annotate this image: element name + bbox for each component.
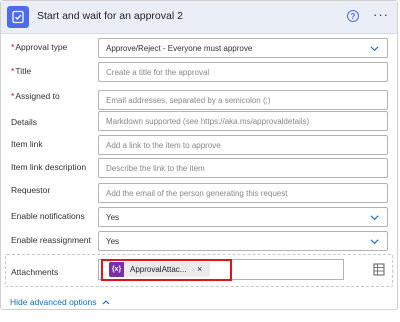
field-row-enable-reassignment: Enable reassignment Yes — [1, 231, 397, 253]
field-label: Enable reassignment — [11, 235, 91, 245]
attachments-label: Attachments — [11, 267, 59, 277]
field-label: Item link description — [11, 162, 87, 172]
field-row-item-link-description: Item link description Describe the link … — [1, 158, 397, 180]
field-value: Yes — [106, 212, 120, 222]
title-input[interactable]: Create a title for the approval — [98, 62, 388, 82]
action-header[interactable]: Start and wait for an approval 2 ? ··· — [1, 1, 397, 34]
approval-type-dropdown[interactable]: Approve/Reject - Everyone must approve — [98, 38, 388, 58]
field-label: *Approval type — [11, 42, 68, 52]
field-value: Yes — [106, 236, 120, 246]
required-marker: * — [11, 91, 15, 101]
requestor-input[interactable]: Add the email of the person generating t… — [98, 183, 388, 203]
required-marker: * — [11, 42, 15, 52]
field-label: Enable notifications — [11, 211, 85, 221]
field-row-item-link: Item link Add a link to the item to appr… — [1, 135, 397, 157]
enable-notifications-dropdown[interactable]: Yes — [98, 207, 388, 227]
field-label: Item link — [11, 139, 43, 149]
field-row-enable-notifications: Enable notifications Yes — [1, 207, 397, 229]
field-label: *Assigned to — [11, 91, 60, 101]
hide-advanced-options-link[interactable]: Hide advanced options — [10, 297, 110, 307]
help-icon[interactable]: ? — [347, 10, 359, 22]
chevron-down-icon — [370, 215, 379, 221]
action-title: Start and wait for an approval 2 — [37, 10, 183, 22]
field-label: Requestor — [11, 185, 51, 195]
field-label: *Title — [11, 66, 32, 76]
highlight-box — [101, 259, 232, 281]
field-row-approval-type: *Approval type Approve/Reject - Everyone… — [1, 38, 397, 60]
field-row-title: *Title Create a title for the approval — [1, 62, 397, 84]
item-link-input[interactable]: Add a link to the item to approve — [98, 135, 388, 155]
array-toggle-icon[interactable] — [373, 263, 385, 276]
field-row-assigned-to: *Assigned to Email addresses, separated … — [1, 87, 397, 110]
field-label: Details — [11, 117, 37, 127]
chevron-down-icon — [370, 239, 379, 245]
more-options-icon[interactable]: ··· — [373, 7, 389, 22]
approval-icon — [7, 6, 29, 28]
field-row-details: Details Markdown supported (see https://… — [1, 111, 397, 133]
chevron-down-icon — [370, 46, 379, 52]
required-marker: * — [11, 66, 15, 76]
action-card: Start and wait for an approval 2 ? ··· *… — [0, 0, 398, 310]
field-value: Approve/Reject - Everyone must approve — [106, 43, 253, 53]
enable-reassignment-dropdown[interactable]: Yes — [98, 231, 388, 251]
field-row-requestor: Requestor Add the email of the person ge… — [1, 181, 397, 203]
assigned-to-input[interactable]: Email addresses, separated by a semicolo… — [98, 90, 388, 110]
chevron-up-icon — [103, 300, 110, 305]
link-label: Hide advanced options — [10, 297, 97, 307]
item-link-description-input[interactable]: Describe the link to the item — [98, 158, 388, 178]
details-input[interactable]: Markdown supported (see https://aka.ms/a… — [98, 111, 388, 131]
